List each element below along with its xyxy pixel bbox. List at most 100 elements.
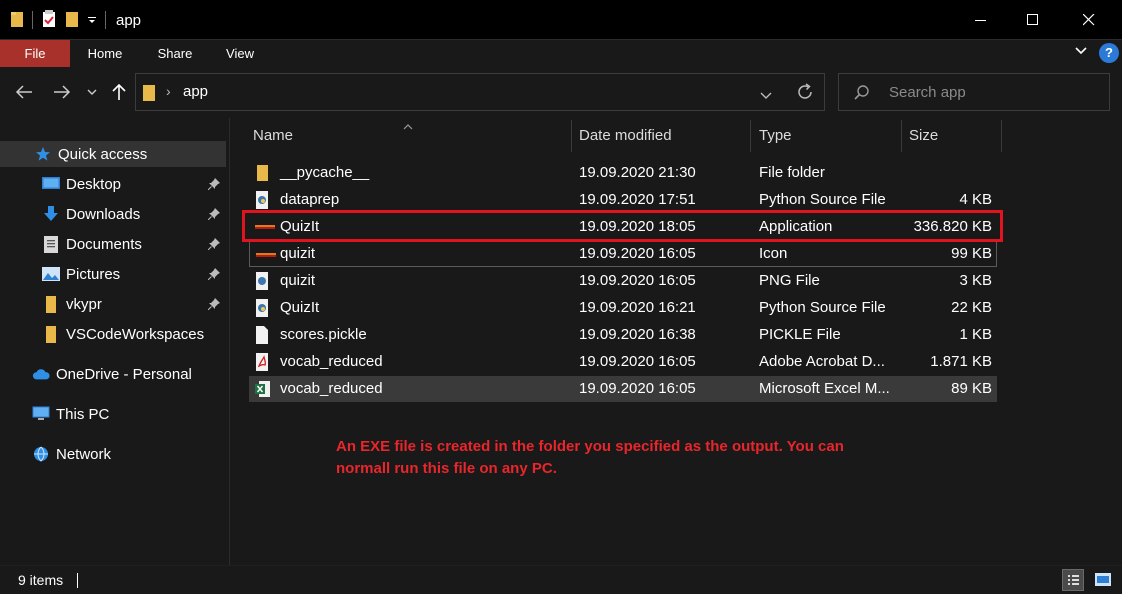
file-type: Python Source File <box>759 299 886 316</box>
sidebar-item-desktop[interactable]: Desktop <box>0 171 226 197</box>
file-size: 3 KB <box>959 272 992 289</box>
sidebar-item-label: Network <box>56 445 112 463</box>
sidebar-item-vkypr[interactable]: vkypr <box>0 291 226 317</box>
file-name: vocab_reduced <box>280 380 383 397</box>
pin-icon[interactable] <box>207 297 220 314</box>
search-placeholder: Search app <box>889 84 966 101</box>
pin-icon[interactable] <box>207 237 220 254</box>
tab-share[interactable]: Share <box>150 40 200 67</box>
file-date: 19.09.2020 16:05 <box>579 353 696 370</box>
network-icon <box>32 445 50 463</box>
computer-icon <box>32 405 50 423</box>
documents-icon <box>42 235 60 253</box>
column-divider[interactable] <box>750 120 751 152</box>
window-title: app <box>116 11 142 29</box>
file-name: vocab_reduced <box>280 353 383 370</box>
sidebar-item-label: VSCodeWorkspaces <box>66 325 205 343</box>
star-icon <box>34 145 52 163</box>
annotation-text: An EXE file is created in the folder you… <box>336 438 844 477</box>
table-row[interactable]: QuizIt 19.09.2020 16:21 Python Source Fi… <box>249 295 997 321</box>
customize-toolbar-icon[interactable] <box>87 12 97 28</box>
column-header-size[interactable]: Size <box>909 120 938 152</box>
file-name: QuizIt <box>280 299 320 316</box>
file-date: 19.09.2020 16:05 <box>579 245 696 262</box>
status-bar: 9 items <box>0 565 1122 594</box>
python-file-icon <box>255 299 273 317</box>
recent-locations-chevron-icon[interactable] <box>82 80 102 104</box>
forward-arrow-icon[interactable] <box>50 80 74 104</box>
file-name: quizit <box>280 245 316 262</box>
address-bar[interactable]: › app <box>135 73 825 111</box>
large-icons-view-icon[interactable] <box>1092 569 1114 591</box>
tab-view[interactable]: View <box>218 40 262 67</box>
up-arrow-icon[interactable] <box>107 80 131 104</box>
properties-icon[interactable] <box>41 9 57 31</box>
file-date: 19.09.2020 16:21 <box>579 299 696 316</box>
file-name: dataprep <box>280 191 340 208</box>
navigation-pane: Quick access Desktop Downloads Documents <box>0 118 230 565</box>
refresh-icon[interactable] <box>796 83 814 104</box>
breadcrumb-separator-icon[interactable]: › <box>166 83 171 99</box>
pin-icon[interactable] <box>207 207 220 224</box>
table-row[interactable]: __pycache__ 19.09.2020 21:30 File folder <box>249 160 997 186</box>
file-size: 89 KB <box>951 380 992 397</box>
excel-file-icon <box>255 380 273 398</box>
search-icon <box>853 84 871 105</box>
breadcrumb-app[interactable]: app <box>183 83 208 100</box>
table-row[interactable]: quizit 19.09.2020 16:05 PNG File 3 KB <box>249 268 997 294</box>
column-divider[interactable] <box>571 120 572 152</box>
maximize-button[interactable] <box>1010 0 1056 40</box>
folder-icon <box>10 10 24 31</box>
pin-icon[interactable] <box>207 267 220 284</box>
folder-icon <box>42 325 60 343</box>
column-header-type[interactable]: Type <box>759 120 792 152</box>
sidebar-item-label: Pictures <box>66 265 121 283</box>
address-dropdown-chevron-icon[interactable] <box>760 86 772 102</box>
help-icon[interactable]: ? <box>1099 43 1119 63</box>
search-input[interactable]: Search app <box>838 73 1110 111</box>
file-type: Microsoft Excel M... <box>759 380 890 397</box>
pdf-file-icon <box>255 353 273 371</box>
tab-home[interactable]: Home <box>80 40 130 67</box>
sort-ascending-icon <box>403 118 413 134</box>
new-folder-icon[interactable] <box>65 10 79 31</box>
back-arrow-icon[interactable] <box>12 80 36 104</box>
file-type: Adobe Acrobat D... <box>759 353 885 370</box>
file-date: 19.09.2020 21:30 <box>579 164 696 181</box>
cloud-icon <box>32 365 50 383</box>
sidebar-item-onedrive[interactable]: OneDrive - Personal <box>0 361 226 387</box>
title-bar: app <box>0 0 1122 40</box>
toolbar-separator <box>105 11 106 29</box>
sidebar-item-downloads[interactable]: Downloads <box>0 201 226 227</box>
sidebar-item-network[interactable]: Network <box>0 441 226 467</box>
column-header-name[interactable]: Name <box>253 120 293 152</box>
close-button[interactable] <box>1066 0 1112 40</box>
item-count: 9 items <box>18 572 64 588</box>
tab-file[interactable]: File <box>0 40 70 67</box>
navigation-bar: › app Search app <box>0 68 1122 118</box>
details-view-icon[interactable] <box>1062 569 1084 591</box>
expand-ribbon-chevron-icon[interactable] <box>1074 44 1088 61</box>
file-name: quizit <box>280 272 316 289</box>
sidebar-item-pictures[interactable]: Pictures <box>0 261 226 287</box>
column-header-date-modified[interactable]: Date modified <box>579 120 672 152</box>
file-size: 99 KB <box>951 245 992 262</box>
pin-icon[interactable] <box>207 177 220 194</box>
desktop-icon <box>42 175 60 193</box>
sidebar-item-this-pc[interactable]: This PC <box>0 401 226 427</box>
sidebar-item-documents[interactable]: Documents <box>0 231 226 257</box>
column-divider[interactable] <box>1001 120 1002 152</box>
highlight-annotation-box <box>242 210 1003 242</box>
minimize-button[interactable] <box>958 0 1004 40</box>
table-row[interactable]: vocab_reduced 19.09.2020 16:05 Microsoft… <box>249 376 997 402</box>
sidebar-item-vscodeworkspaces[interactable]: VSCodeWorkspaces <box>0 321 226 347</box>
table-row[interactable]: scores.pickle 19.09.2020 16:38 PICKLE Fi… <box>249 322 997 348</box>
table-row[interactable]: quizit 19.09.2020 16:05 Icon 99 KB <box>249 241 997 267</box>
sidebar-item-label: OneDrive - Personal <box>56 365 192 383</box>
sidebar-item-quick-access[interactable]: Quick access <box>0 141 226 167</box>
column-divider[interactable] <box>901 120 902 152</box>
sidebar-item-label: Desktop <box>66 175 122 193</box>
table-row[interactable]: vocab_reduced 19.09.2020 16:05 Adobe Acr… <box>249 349 997 375</box>
file-type: Icon <box>759 245 788 262</box>
file-date: 19.09.2020 16:38 <box>579 326 696 343</box>
